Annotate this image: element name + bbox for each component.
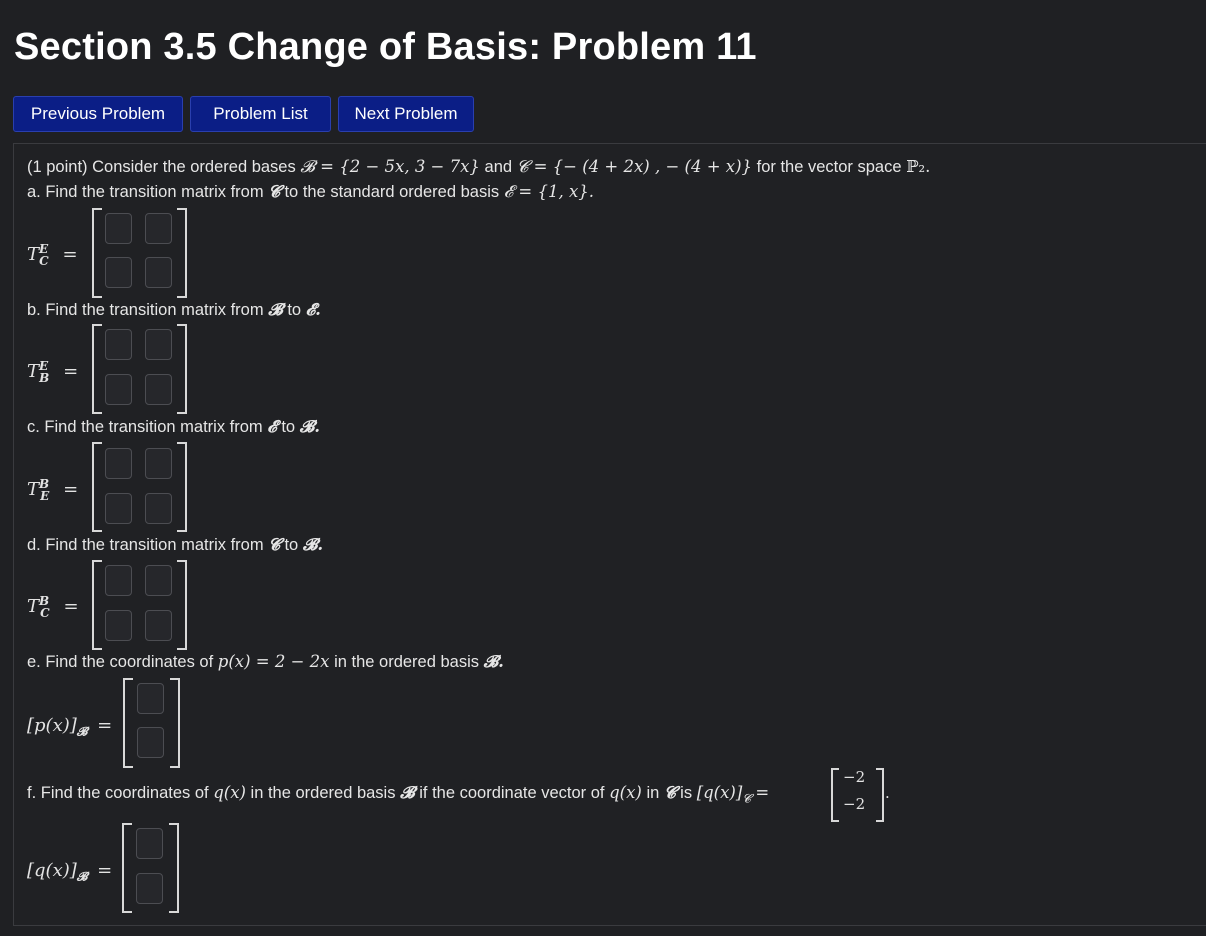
answer-a-21[interactable] (105, 257, 132, 288)
part-c-lhs: TBE = (27, 477, 79, 503)
page-title: Section 3.5 Change of Basis: Problem 11 (14, 26, 757, 68)
answer-b-21[interactable] (105, 374, 132, 405)
part-e-prompt: e. Find the coordinates of p(x) = 2 − 2x… (27, 652, 504, 671)
answer-b-22[interactable] (145, 374, 172, 405)
part-b-prompt: b. Find the transition matrix from 𝓑 to … (27, 300, 321, 319)
part-c-prompt: c. Find the transition matrix from 𝓔 to … (27, 417, 320, 436)
answer-e-2[interactable] (137, 727, 164, 758)
part-a-prompt: a. Find the transition matrix from 𝓒 to … (27, 182, 595, 201)
answer-c-22[interactable] (145, 493, 172, 524)
answer-d-22[interactable] (145, 610, 172, 641)
sentence-period: . (885, 784, 890, 802)
answer-b-12[interactable] (145, 329, 172, 360)
bracket-left (92, 442, 102, 532)
problem-list-button[interactable]: Problem List (190, 96, 331, 132)
bracket-right (177, 324, 187, 414)
answer-e-1[interactable] (137, 683, 164, 714)
part-d-lhs: TBC = (27, 594, 79, 620)
bracket-right (177, 442, 187, 532)
basis-c-definition: 𝓒 = {− (4 + 2x) , − (4 + x)} (516, 157, 753, 176)
given-vector-entry: −2 (843, 768, 866, 786)
bracket-left (831, 768, 839, 822)
answer-a-11[interactable] (105, 213, 132, 244)
answer-c-21[interactable] (105, 493, 132, 524)
vector-space: ℙ₂. (906, 157, 931, 176)
bracket-right (876, 768, 884, 822)
given-vector-entry: −2 (843, 795, 866, 813)
problem-intro: (1 point) Consider the ordered bases 𝓑 =… (27, 157, 931, 176)
part-f-prompt: f. Find the coordinates of q(x) in the o… (27, 783, 770, 806)
bracket-right (177, 560, 187, 650)
part-e-lhs: [p(x)]𝓑 = (27, 715, 113, 739)
polynomial-p: p(x) = 2 − 2x (217, 652, 330, 671)
next-problem-button[interactable]: Next Problem (338, 96, 474, 132)
answer-f-1[interactable] (136, 828, 163, 859)
part-b-lhs: TEB = (27, 359, 79, 385)
bracket-right (177, 208, 187, 298)
answer-a-12[interactable] (145, 213, 172, 244)
basis-b-definition: 𝓑 = {2 − 5x, 3 − 7x} (300, 157, 480, 176)
bracket-left (92, 208, 102, 298)
bracket-left (122, 823, 132, 913)
answer-d-21[interactable] (105, 610, 132, 641)
answer-d-12[interactable] (145, 565, 172, 596)
problem-body: (1 point) Consider the ordered bases 𝓑 =… (13, 143, 1206, 926)
answer-a-22[interactable] (145, 257, 172, 288)
bracket-left (123, 678, 133, 768)
part-f-lhs: [q(x)]𝓑 = (27, 860, 113, 884)
bracket-left (92, 560, 102, 650)
answer-c-12[interactable] (145, 448, 172, 479)
answer-f-2[interactable] (136, 873, 163, 904)
answer-b-11[interactable] (105, 329, 132, 360)
part-a-lhs: TEC = (27, 242, 78, 268)
answer-c-11[interactable] (105, 448, 132, 479)
bracket-left (92, 324, 102, 414)
answer-d-11[interactable] (105, 565, 132, 596)
given-vector-lhs: [q(x)]𝓒 (696, 783, 751, 806)
bracket-right (169, 823, 179, 913)
bracket-right (170, 678, 180, 768)
part-d-prompt: d. Find the transition matrix from 𝓒 to … (27, 535, 324, 554)
previous-problem-button[interactable]: Previous Problem (13, 96, 183, 132)
